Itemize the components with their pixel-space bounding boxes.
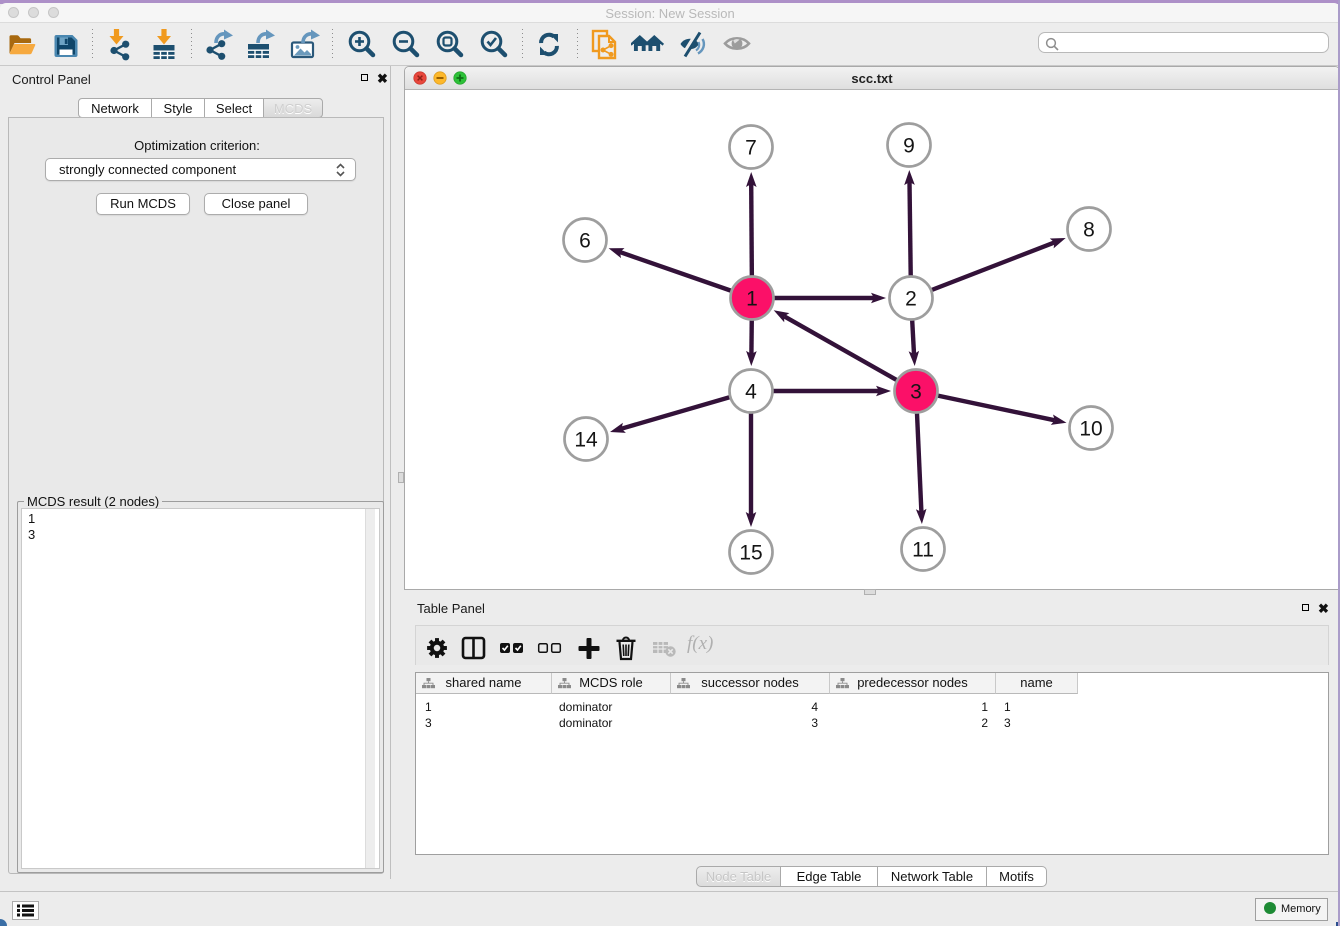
svg-text:2: 2 [905, 288, 917, 311]
svg-text:9: 9 [903, 135, 915, 158]
svg-text:11: 11 [912, 539, 934, 562]
svg-text:3: 3 [910, 381, 922, 404]
svg-text:1: 1 [746, 288, 758, 311]
svg-text:10: 10 [1079, 418, 1102, 441]
svg-text:6: 6 [579, 230, 591, 253]
svg-text:14: 14 [574, 429, 598, 452]
svg-text:15: 15 [739, 542, 762, 565]
svg-text:8: 8 [1083, 219, 1095, 242]
svg-text:4: 4 [745, 381, 757, 404]
svg-text:7: 7 [745, 137, 757, 160]
